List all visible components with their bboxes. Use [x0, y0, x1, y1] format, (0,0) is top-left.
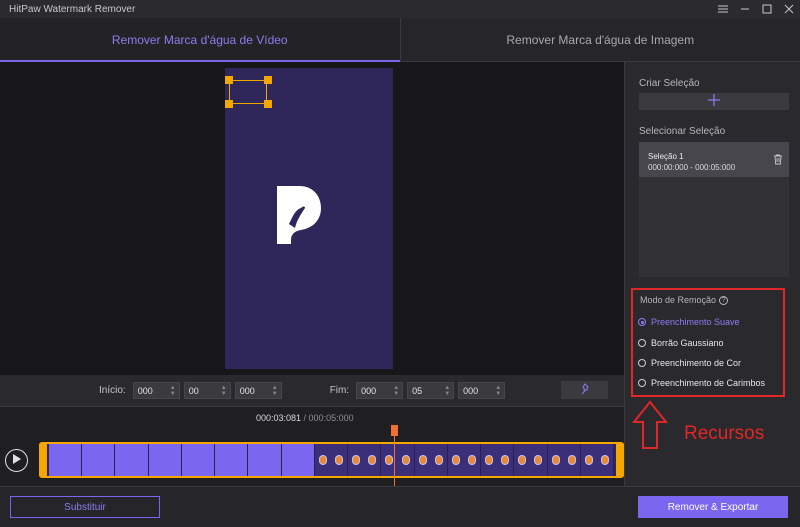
time-readout: 000:03:081 / 000:05:000 — [256, 413, 354, 423]
frame-thumbnail-mark — [452, 456, 459, 464]
removal-mode-box: Modo de Remoção ? Preenchimento Suave Bo… — [631, 288, 785, 397]
tab-video-watermark[interactable]: Remover Marca d'água de Vídeo — [0, 18, 400, 62]
frame-thumbnail-mark — [435, 456, 442, 464]
frame-thumbnail-mark — [419, 456, 426, 464]
filmstrip-frame — [248, 444, 282, 476]
filmstrip-frame — [547, 444, 581, 476]
end-label: Fim: — [329, 385, 350, 396]
selection-handle-bottom-right[interactable] — [264, 100, 272, 108]
option-stamp-fill[interactable]: Preenchimento de Carimbos — [638, 378, 765, 388]
trim-handle-left[interactable] — [39, 444, 47, 476]
frame-thumbnail-mark — [535, 456, 542, 464]
plus-icon — [708, 94, 720, 109]
radio-icon — [638, 318, 646, 326]
option-gaussian-blur[interactable]: Borrão Gaussiano — [638, 338, 724, 348]
start-label: Início: — [99, 385, 126, 396]
minimize-icon[interactable] — [734, 0, 756, 18]
pin-icon — [579, 382, 591, 398]
select-selection-label: Selecionar Seleção — [639, 126, 726, 137]
play-button[interactable] — [5, 449, 28, 472]
filmstrip-frame — [447, 444, 482, 476]
add-selection-button[interactable] — [639, 93, 789, 110]
option-smooth-fill[interactable]: Preenchimento Suave — [638, 317, 740, 327]
frame-thumbnail-mark — [568, 456, 575, 464]
filmstrip-frame — [281, 444, 315, 476]
trim-handle-right[interactable] — [616, 444, 624, 476]
menu-icon[interactable] — [712, 0, 734, 18]
frame-thumbnail-mark — [402, 456, 409, 464]
option-color-fill[interactable]: Preenchimento de Cor — [638, 358, 741, 368]
filmstrip-frame — [381, 444, 415, 476]
filmstrip-frame — [215, 444, 249, 476]
replace-button[interactable]: Substituir — [10, 496, 160, 518]
radio-icon — [638, 359, 646, 367]
current-time: 000:03:081 — [256, 413, 302, 423]
playhead[interactable] — [390, 425, 398, 487]
start-minutes-field[interactable]: 000 ▲ ▼ — [132, 382, 180, 399]
video-strip[interactable] — [39, 442, 624, 478]
title-bar: HitPaw Watermark Remover — [0, 0, 800, 18]
video-preview — [0, 62, 624, 375]
frame-thumbnail-mark — [319, 456, 326, 464]
help-icon[interactable]: ? — [719, 295, 729, 305]
filmstrip-frame — [481, 444, 515, 476]
start-seconds-field[interactable]: 00 ▲ ▼ — [183, 382, 231, 399]
frame-thumbnail-mark — [502, 456, 509, 464]
radio-icon — [638, 339, 646, 347]
selection-handle-top-left[interactable] — [225, 76, 233, 84]
close-icon[interactable] — [778, 0, 800, 18]
play-icon — [12, 454, 21, 467]
frame-thumbnail-mark — [601, 456, 608, 464]
selection-item[interactable]: Seleção 1 000:00:000 - 000:05:000 — [639, 142, 789, 177]
video-frame — [225, 68, 393, 369]
pin-time-button[interactable] — [561, 381, 608, 399]
filmstrip-frame — [314, 444, 349, 476]
filmstrip-frame — [148, 444, 182, 476]
filmstrip-frame — [115, 444, 149, 476]
filmstrip-frame — [82, 444, 116, 476]
time-range-bar: Início: 000 ▲ ▼ 00 ▲ ▼ 000 ▲ ▼ Fim: 000 ▲ ▼ 05 ▲ ▼… — [0, 375, 624, 406]
tab-image-watermark[interactable]: Remover Marca d'água de Imagem — [399, 18, 800, 61]
selection-handle-bottom-left[interactable] — [225, 100, 233, 108]
selection-range: 000:00:000 - 000:05:000 — [648, 163, 736, 172]
selection-handle-top-right[interactable] — [264, 76, 272, 84]
frame-thumbnail-mark — [585, 456, 592, 464]
frame-thumbnail-mark — [386, 456, 393, 464]
window-controls — [712, 0, 800, 18]
frame-thumbnail-mark — [336, 456, 343, 464]
annotation-label: Recursos — [684, 423, 765, 444]
filmstrip-frame — [514, 444, 548, 476]
frame-thumbnail-mark — [486, 456, 493, 464]
start-ms-field[interactable]: 000 ▲ ▼ — [234, 382, 282, 399]
filmstrip-frame — [348, 444, 382, 476]
frame-thumbnail-mark — [353, 456, 360, 464]
remove-export-button[interactable]: Remover & Exportar — [638, 496, 788, 518]
radio-icon — [638, 379, 646, 387]
frame-thumbnail-mark — [552, 456, 559, 464]
selection-name: Seleção 1 — [648, 152, 684, 161]
end-minutes-field[interactable]: 000 ▲ ▼ — [356, 382, 404, 399]
mode-tabs: Remover Marca d'água de Vídeo Remover Ma… — [0, 18, 800, 62]
filmstrip-frame — [181, 444, 216, 476]
total-time: / 000:05:000 — [301, 413, 354, 423]
maximize-icon[interactable] — [756, 0, 778, 18]
filmstrip-frame — [580, 444, 614, 476]
removal-mode-title: Modo de Remoção ? — [640, 295, 729, 305]
app-title: HitPaw Watermark Remover — [9, 3, 136, 15]
video-logo — [275, 184, 323, 249]
end-seconds-field[interactable]: 05 ▲ ▼ — [407, 382, 455, 399]
bottom-bar: Substituir Remover & Exportar — [0, 486, 800, 527]
create-selection-label: Criar Seleção — [639, 78, 700, 89]
trash-icon[interactable] — [773, 154, 783, 168]
frame-thumbnail-mark — [369, 456, 376, 464]
filmstrip-frame — [49, 444, 83, 476]
selection-box[interactable] — [229, 80, 267, 104]
filmstrip-frame — [414, 444, 448, 476]
frame-thumbnail-mark — [468, 456, 475, 464]
arrow-up-icon — [631, 400, 669, 453]
end-ms-field[interactable]: 000 ▲ ▼ — [458, 382, 506, 399]
frame-thumbnail-mark — [519, 456, 526, 464]
